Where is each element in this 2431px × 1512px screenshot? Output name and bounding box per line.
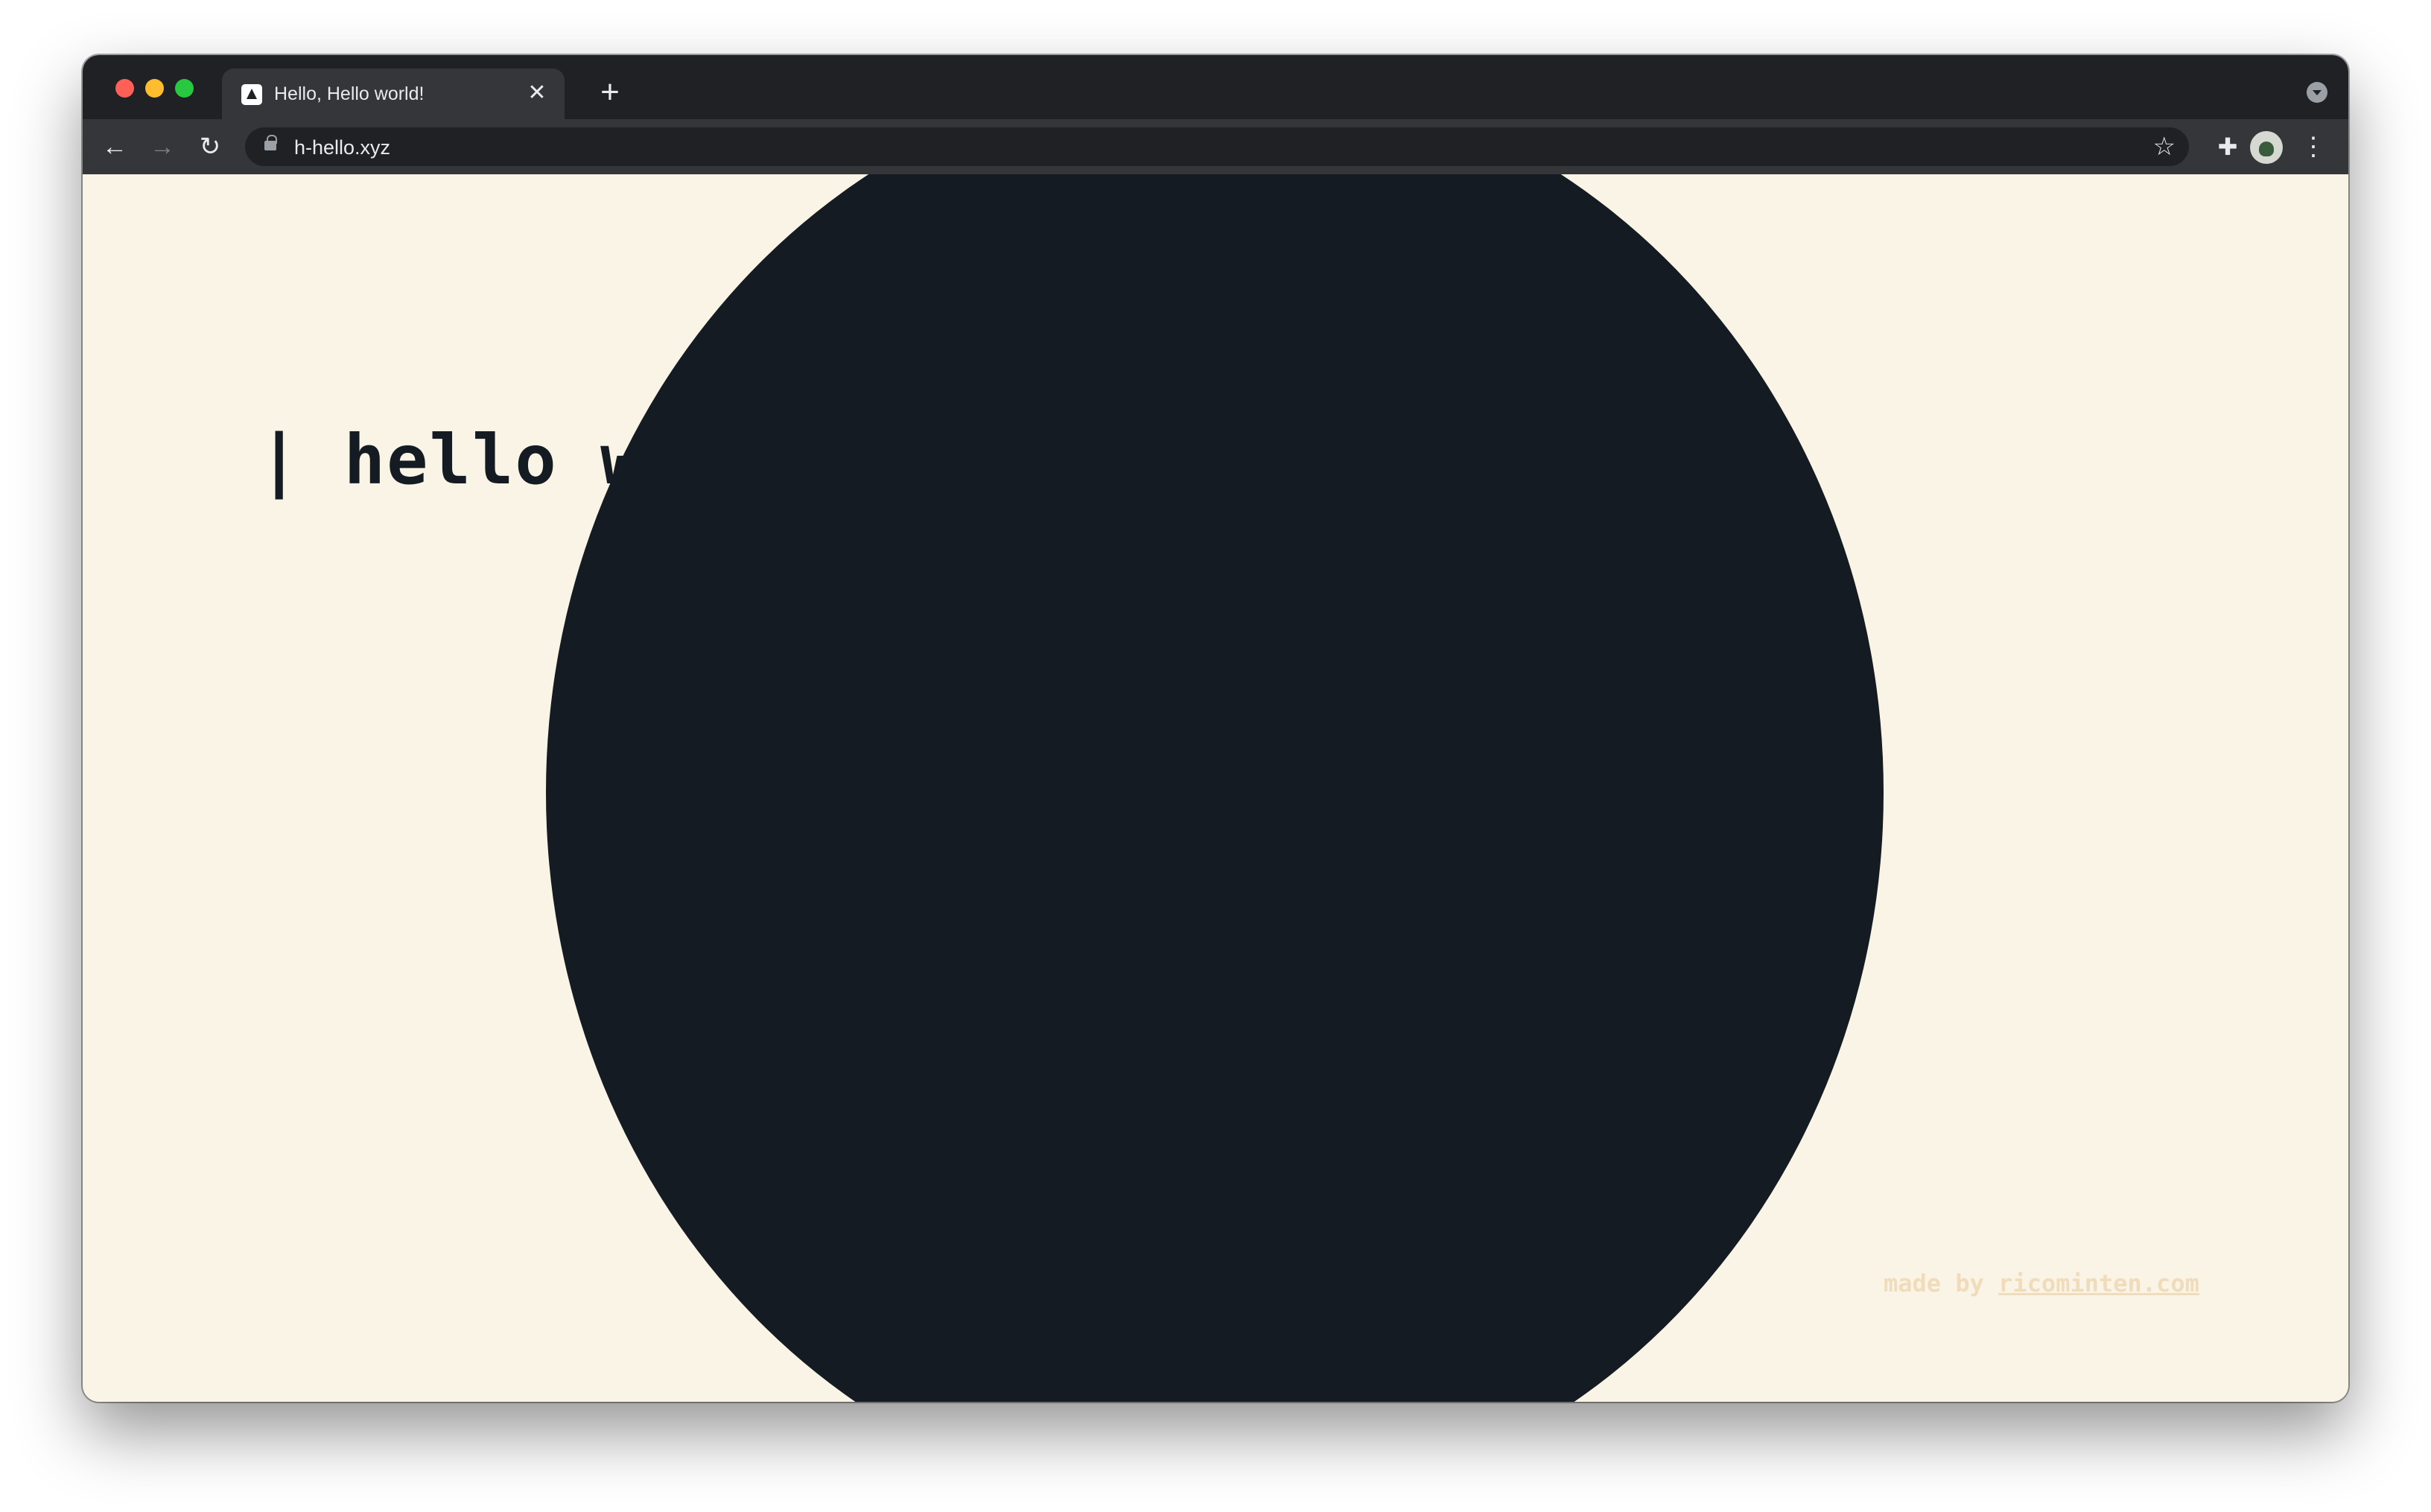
minimize-window-button[interactable] bbox=[145, 79, 164, 98]
credit-prefix: made by bbox=[1884, 1269, 1999, 1297]
tab-strip: Hello, Hello world! ✕ + bbox=[83, 55, 2348, 119]
credit-line: made by ricominten.com bbox=[1884, 1269, 2199, 1297]
browser-menu-icon[interactable]: ⋮ bbox=[2301, 130, 2326, 164]
maximize-window-button[interactable] bbox=[175, 79, 194, 98]
bookmark-star-icon[interactable]: ☆ bbox=[2153, 132, 2176, 162]
page-content: | hello world made by ricominten.com bbox=[83, 174, 2348, 1402]
tab-title: Hello, Hello world! bbox=[274, 83, 425, 104]
profile-avatar[interactable] bbox=[2250, 131, 2283, 164]
browser-window: Hello, Hello world! ✕ + ← → ↻ h-hello.xy… bbox=[83, 55, 2348, 1402]
new-tab-button[interactable]: + bbox=[595, 76, 625, 109]
lock-icon[interactable] bbox=[264, 135, 277, 150]
favicon-icon bbox=[241, 84, 262, 105]
address-bar[interactable]: h-hello.xyz ☆ bbox=[245, 127, 2189, 166]
close-window-button[interactable] bbox=[115, 79, 134, 98]
back-button[interactable]: ← bbox=[98, 130, 132, 164]
dark-circle-shape bbox=[546, 174, 1884, 1402]
browser-toolbar: ← → ↻ h-hello.xyz ☆ ✚ ⋮ bbox=[83, 119, 2348, 174]
reload-button[interactable]: ↻ bbox=[193, 130, 227, 164]
active-tab[interactable]: Hello, Hello world! ✕ bbox=[222, 69, 565, 119]
tab-close-icon[interactable]: ✕ bbox=[524, 80, 550, 106]
extensions-icon[interactable]: ✚ bbox=[2213, 133, 2243, 161]
tab-search-icon[interactable] bbox=[2307, 82, 2327, 103]
forward-button[interactable]: → bbox=[145, 130, 179, 164]
url-text[interactable]: h-hello.xyz bbox=[294, 136, 390, 159]
credit-link[interactable]: ricominten.com bbox=[1998, 1269, 2199, 1297]
